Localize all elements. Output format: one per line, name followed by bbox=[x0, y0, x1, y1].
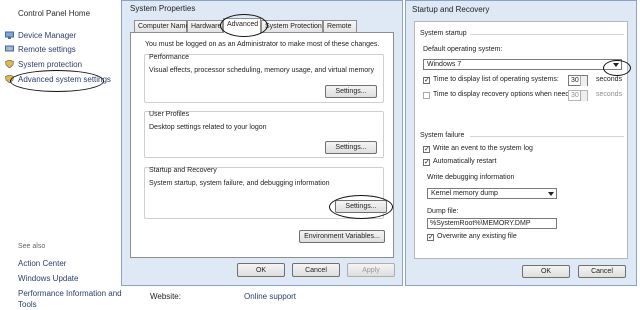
time-recovery-value: 30 bbox=[571, 92, 579, 99]
time-recovery-spinner[interactable]: 30 bbox=[568, 90, 588, 101]
performance-settings-button[interactable]: Settings... bbox=[325, 85, 377, 98]
tab-hardware[interactable]: Hardware bbox=[187, 20, 223, 32]
see-also-heading: See also bbox=[18, 243, 46, 250]
startup-recovery-content: System startup Default operating system:… bbox=[414, 21, 631, 259]
overwrite-label: Overwrite any existing file bbox=[437, 233, 517, 240]
debug-info-heading: Write debugging information bbox=[427, 174, 515, 181]
performance-group: Performance Visual effects, processor sc… bbox=[144, 54, 384, 103]
online-support-link[interactable]: Online support bbox=[244, 292, 296, 301]
dialog-ok-button[interactable]: OK bbox=[522, 265, 570, 278]
default-os-select[interactable]: Windows 7 bbox=[423, 59, 622, 70]
device-manager-icon bbox=[5, 31, 14, 39]
time-list-unit: seconds bbox=[596, 76, 623, 83]
time-list-label: Time to display list of operating system… bbox=[433, 76, 559, 83]
overwrite-checkbox[interactable]: ✓ bbox=[427, 234, 434, 241]
tab-remote[interactable]: Remote bbox=[323, 20, 357, 32]
time-list-value: 30 bbox=[571, 77, 579, 84]
remote-settings-icon bbox=[5, 45, 14, 52]
ok-button[interactable]: OK bbox=[237, 263, 285, 277]
shield-icon bbox=[5, 60, 14, 68]
user-profiles-title: User Profiles bbox=[149, 111, 190, 118]
default-os-label: Default operating system: bbox=[423, 46, 503, 53]
tab-system-protection[interactable]: System Protection bbox=[261, 20, 323, 32]
auto-restart-label: Automatically restart bbox=[433, 158, 497, 165]
windows-update-link[interactable]: Windows Update bbox=[18, 274, 78, 283]
dialog-cancel-button[interactable]: Cancel bbox=[578, 265, 626, 278]
window-title: System Properties bbox=[130, 4, 196, 13]
write-event-checkbox[interactable]: ✓ bbox=[423, 146, 430, 153]
time-list-spinner[interactable]: 30 bbox=[568, 75, 588, 86]
action-center-link[interactable]: Action Center bbox=[18, 259, 66, 268]
annotation-circle bbox=[603, 60, 631, 76]
cancel-button[interactable]: Cancel bbox=[292, 263, 340, 277]
spinner-arrows-icon[interactable] bbox=[580, 76, 587, 86]
time-recovery-checkbox[interactable] bbox=[423, 92, 430, 99]
control-panel-pane: Control Panel Home Device Manager Remote… bbox=[0, 0, 130, 310]
system-properties-window: System Properties Computer Name Hardware… bbox=[121, 0, 403, 286]
divider bbox=[470, 136, 624, 137]
tab-computer-name[interactable]: Computer Name bbox=[134, 20, 189, 32]
advanced-tab-panel: You must be logged on as an Administrato… bbox=[130, 32, 394, 258]
dropdown-arrow-icon[interactable] bbox=[548, 192, 554, 196]
performance-title: Performance bbox=[149, 54, 190, 61]
startup-recovery-dialog: Startup and Recovery System startup Defa… bbox=[405, 0, 637, 286]
performance-information-link-tools[interactable]: Tools bbox=[18, 300, 37, 309]
annotation-circle bbox=[220, 14, 268, 37]
remote-settings-link[interactable]: Remote settings bbox=[18, 45, 76, 54]
divider bbox=[470, 34, 624, 35]
startup-recovery-desc: System startup, system failure, and debu… bbox=[149, 180, 330, 187]
user-profiles-group: User Profiles Desktop settings related t… bbox=[144, 111, 384, 158]
spinner-arrows-icon[interactable] bbox=[580, 91, 587, 101]
debug-info-select[interactable]: Kernel memory dump bbox=[427, 188, 557, 199]
auto-restart-checkbox[interactable]: ✓ bbox=[423, 159, 430, 166]
control-panel-home-link[interactable]: Control Panel Home bbox=[18, 9, 90, 18]
default-os-value: Windows 7 bbox=[427, 61, 462, 68]
admin-note: You must be logged on as an Administrato… bbox=[145, 41, 380, 48]
time-recovery-unit: seconds bbox=[596, 91, 623, 98]
time-recovery-label: Time to display recovery options when ne… bbox=[433, 91, 580, 98]
device-manager-link[interactable]: Device Manager bbox=[18, 31, 76, 40]
annotation-circle bbox=[10, 70, 104, 92]
dump-file-label: Dump file: bbox=[427, 208, 459, 215]
system-failure-heading: System failure bbox=[420, 132, 465, 139]
write-event-label: Write an event to the system log bbox=[433, 145, 533, 152]
system-protection-link[interactable]: System protection bbox=[18, 60, 82, 69]
performance-desc: Visual effects, processor scheduling, me… bbox=[149, 67, 375, 74]
annotation-circle bbox=[329, 195, 393, 219]
apply-button[interactable]: Apply bbox=[347, 263, 395, 277]
user-profiles-desc: Desktop settings related to your logon bbox=[149, 124, 267, 131]
system-startup-heading: System startup bbox=[420, 30, 467, 37]
performance-information-link[interactable]: Performance Information and bbox=[18, 289, 122, 298]
dump-file-field[interactable]: %SystemRoot%\MEMORY.DMP bbox=[427, 218, 557, 229]
environment-variables-button[interactable]: Environment Variables... bbox=[299, 230, 385, 243]
time-list-checkbox[interactable]: ✓ bbox=[423, 77, 430, 84]
debug-info-value: Kernel memory dump bbox=[431, 190, 498, 197]
startup-recovery-title: Startup and Recovery bbox=[149, 167, 217, 174]
website-label: Website: bbox=[150, 292, 181, 301]
user-profiles-settings-button[interactable]: Settings... bbox=[325, 141, 377, 154]
dialog-title: Startup and Recovery bbox=[412, 5, 490, 14]
